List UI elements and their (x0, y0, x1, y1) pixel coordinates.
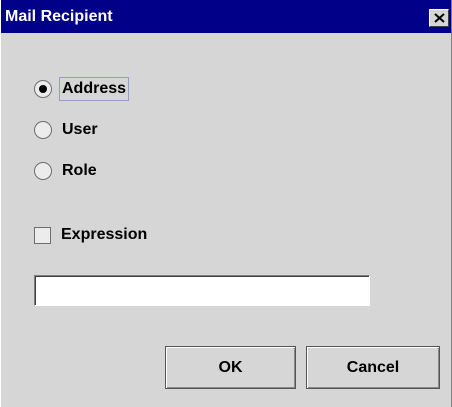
expression-label[interactable]: Expression (59, 224, 149, 246)
radio-button-role[interactable] (34, 162, 52, 180)
radio-button-address[interactable] (34, 80, 52, 98)
ok-button[interactable]: OK (165, 346, 296, 389)
radio-label-user[interactable]: User (60, 119, 100, 141)
recipient-input[interactable] (34, 275, 370, 306)
radio-option-address[interactable]: Address (34, 76, 130, 102)
cancel-button[interactable]: Cancel (306, 346, 440, 389)
close-x-icon (434, 13, 445, 23)
radio-option-role[interactable]: Role (34, 158, 99, 184)
expression-checkbox[interactable] (34, 226, 51, 244)
window-title: Mail Recipient (5, 8, 113, 25)
title-bar: Mail Recipient (1, 0, 451, 33)
mail-recipient-dialog: Mail Recipient Address User Role Express… (0, 0, 452, 407)
radio-button-user[interactable] (34, 121, 52, 139)
radio-label-address[interactable]: Address (58, 77, 130, 101)
expression-option[interactable]: Expression (34, 222, 149, 248)
close-button[interactable] (429, 9, 449, 27)
radio-option-user[interactable]: User (34, 117, 100, 143)
radio-label-role[interactable]: Role (60, 160, 99, 182)
